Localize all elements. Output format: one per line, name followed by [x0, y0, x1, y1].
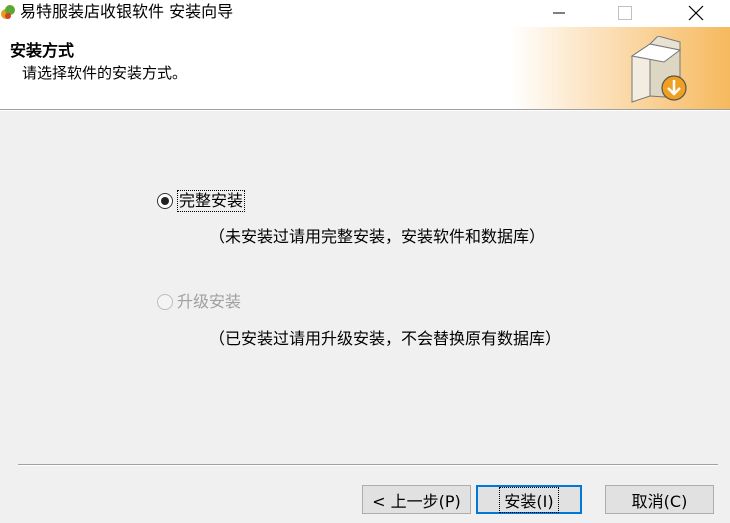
upgrade-install-description: （已安装过请用升级安装，不会替换原有数据库）: [209, 329, 562, 348]
close-button[interactable]: [673, 0, 719, 25]
upgrade-install-radio: [157, 294, 173, 310]
upgrade-install-option: 升级安装: [157, 292, 241, 312]
page-title: 安装方式: [10, 41, 75, 60]
cancel-button[interactable]: 取消(C): [605, 485, 714, 514]
maximize-icon: [618, 5, 632, 20]
page-subtitle: 请选择软件的安装方式。: [22, 64, 188, 82]
close-icon: [688, 5, 704, 20]
maximize-button[interactable]: [602, 0, 648, 25]
upgrade-install-label: 升级安装: [177, 292, 242, 311]
installer-box-icon: [630, 36, 687, 103]
separator: [18, 464, 718, 466]
back-button[interactable]: < 上一步(P): [362, 485, 471, 514]
install-button[interactable]: 安装(I): [476, 485, 582, 514]
full-install-option[interactable]: 完整安装: [157, 190, 246, 212]
full-install-label[interactable]: 完整安装: [177, 190, 246, 212]
window-title: 易特服装店收银软件 安装向导: [20, 2, 234, 21]
app-icon: [1, 5, 15, 19]
wizard-header: 安装方式 请选择软件的安装方式。: [0, 27, 730, 110]
minimize-button[interactable]: [536, 0, 582, 25]
minimize-icon: [553, 12, 565, 13]
options-panel: [0, 111, 730, 523]
full-install-radio[interactable]: [157, 193, 173, 209]
title-bar: 易特服装店收银软件 安装向导: [0, 0, 730, 27]
full-install-description: （未安装过请用完整安装，安装软件和数据库）: [209, 227, 546, 246]
install-button-label: 安装(I): [499, 486, 559, 513]
